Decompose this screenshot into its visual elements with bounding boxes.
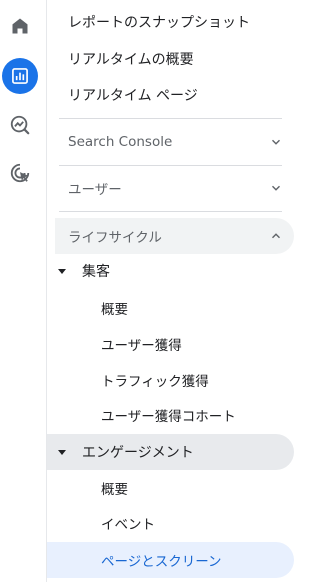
nav-item-label: 概要 (101, 302, 128, 318)
advertising-icon (10, 163, 30, 183)
section-label: ライフサイクル (68, 230, 162, 246)
group-acquisition[interactable]: 集客 (47, 253, 294, 289)
section-label: ユーザー (68, 182, 122, 198)
nav-item-pages-and-screens[interactable]: ページとスクリーン (47, 542, 294, 578)
advertising-button[interactable] (2, 155, 38, 191)
nav-item-label: 概要 (101, 482, 128, 498)
chevron-down-icon (268, 180, 284, 196)
nav-item-user-acquisition-cohort[interactable]: ユーザー獲得コホート (47, 397, 294, 433)
nav-item-events[interactable]: イベント (47, 505, 294, 541)
nav-item-label: ユーザー獲得コホート (101, 409, 236, 425)
nav-item-label: リアルタイム ページ (68, 88, 198, 104)
group-label: エンゲージメント (82, 445, 194, 461)
nav-item-user-acquisition[interactable]: ユーザー獲得 (47, 326, 294, 362)
nav-item-traffic-acquisition[interactable]: トラフィック獲得 (47, 362, 294, 398)
section-label: Search Console (68, 134, 173, 150)
left-rail (0, 0, 47, 582)
reports-icon (12, 68, 28, 84)
section-lifecycle[interactable]: ライフサイクル (55, 218, 294, 254)
nav-item-realtime-pages[interactable]: リアルタイム ページ (47, 77, 294, 113)
section-search-console[interactable]: Search Console (55, 124, 294, 160)
nav-item-label: リアルタイムの概要 (68, 52, 194, 68)
group-engagement[interactable]: エンゲージメント (47, 434, 294, 470)
nav-item-snapshot[interactable]: レポートのスナップショット (47, 4, 294, 40)
chevron-up-icon (268, 228, 284, 244)
chevron-down-icon (268, 134, 284, 150)
reports-button[interactable] (2, 58, 38, 94)
caret-down-icon (58, 268, 66, 274)
divider (59, 165, 282, 166)
home-icon (12, 18, 28, 34)
nav-item-label: ページとスクリーン (101, 554, 222, 570)
home-button[interactable] (2, 8, 38, 44)
group-label: 集客 (82, 264, 110, 280)
nav-item-label: ユーザー獲得 (101, 338, 182, 354)
nav-item-label: レポートのスナップショット (68, 15, 250, 31)
caret-down-icon (58, 449, 66, 455)
nav-item-acquisition-overview[interactable]: 概要 (47, 290, 294, 326)
report-navigation: レポートのスナップショット リアルタイムの概要 リアルタイム ページ Searc… (47, 0, 308, 582)
explore-icon (10, 115, 30, 135)
divider (59, 118, 282, 119)
nav-item-label: トラフィック獲得 (101, 374, 209, 390)
divider (59, 211, 282, 212)
nav-item-realtime-overview[interactable]: リアルタイムの概要 (47, 41, 294, 77)
nav-item-label: イベント (101, 517, 155, 533)
nav-item-engagement-overview[interactable]: 概要 (47, 470, 294, 506)
section-user[interactable]: ユーザー (55, 170, 294, 206)
explore-button[interactable] (2, 107, 38, 143)
